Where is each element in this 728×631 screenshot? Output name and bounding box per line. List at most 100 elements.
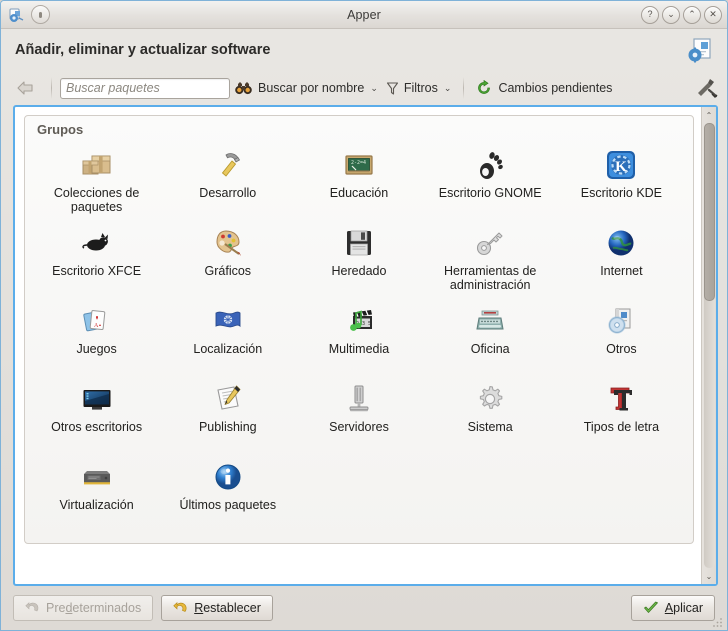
group-item-label: Tipos de letra [583, 420, 660, 434]
search-mode-chevron-down-icon[interactable]: ⌄ [368, 83, 382, 94]
group-item[interactable]: Localización [162, 299, 293, 377]
software-properties-icon [685, 35, 715, 65]
defaults-button-label: Predeterminados [46, 601, 142, 615]
window-menu-dot [39, 11, 42, 18]
scrollbar-track[interactable] [703, 123, 715, 568]
group-item[interactable]: Tipos de letra [556, 377, 687, 455]
group-item-label: Oficina [470, 342, 510, 356]
svg-text:K: K [616, 159, 628, 175]
group-item[interactable]: 2-2=4 Educación [293, 143, 424, 221]
titlebar-left-controls [1, 5, 50, 24]
svg-text:2-2=4: 2-2=4 [351, 160, 366, 166]
group-item[interactable]: A Juegos [31, 299, 162, 377]
groups-grid: Colecciones de paquetes Desarrollo 2-2=4 Ed… [31, 143, 687, 533]
defaults-button[interactable]: Predeterminados [13, 595, 154, 621]
group-item[interactable]: Heredado [293, 221, 424, 299]
monitor-icon [81, 383, 113, 415]
svg-text:A: A [94, 323, 99, 329]
header-row: Añadir, eliminar y actualizar software [1, 29, 727, 71]
pencil-paper-icon [212, 383, 244, 415]
group-item[interactable]: Otros escritorios [31, 377, 162, 455]
check-green-icon [643, 601, 659, 615]
gnome-foot-icon [474, 149, 506, 181]
group-item[interactable]: Sistema [425, 377, 556, 455]
back-arrow-icon[interactable] [13, 76, 39, 100]
window-controls: ? ⌄ ⌃ ✕ [641, 1, 722, 28]
reset-button[interactable]: Restablecer [161, 595, 273, 621]
refresh-green-icon [476, 80, 493, 96]
scroll-up-arrow-icon[interactable]: ⌃ [703, 108, 716, 122]
group-item[interactable]: Gráficos [162, 221, 293, 299]
scrollbar-thumb[interactable] [703, 123, 715, 301]
pending-changes-button[interactable]: Cambios pendientes [472, 75, 616, 101]
group-item[interactable]: K Escritorio KDE [556, 143, 687, 221]
group-item[interactable]: Otros [556, 299, 687, 377]
xfce-mouse-icon [81, 227, 113, 259]
cd-box-icon [605, 305, 637, 337]
group-item-label: Colecciones de paquetes [53, 186, 140, 214]
group-item-label: Escritorio GNOME [438, 186, 542, 200]
help-button[interactable]: ? [641, 5, 659, 24]
undo-yellow-icon [173, 601, 188, 615]
group-item[interactable]: Herramientas de administración [425, 221, 556, 299]
window-menu-button[interactable] [31, 5, 50, 24]
group-item-label: Otros [606, 342, 637, 356]
group-item-label: Educación [329, 186, 389, 200]
kde-gear-k-icon: K [605, 149, 637, 181]
filters-button[interactable]: Filtros [382, 75, 442, 101]
group-item-label: Últimos paquetes [179, 498, 277, 512]
group-item-label: Escritorio XFCE [52, 264, 142, 278]
group-item-label: Escritorio KDE [580, 186, 663, 200]
minimize-button[interactable]: ⌄ [662, 5, 680, 24]
un-flag-icon [212, 305, 244, 337]
filters-chevron-down-icon[interactable]: ⌄ [442, 83, 456, 94]
blackboard-icon: 2-2=4 [343, 149, 375, 181]
playing-cards-icon: A [81, 305, 113, 337]
maximize-button[interactable]: ⌃ [683, 5, 701, 24]
group-item-label: Herramientas de administración [443, 264, 537, 292]
group-item-label: Publishing [198, 420, 257, 434]
app-window: Apper ? ⌄ ⌃ ✕ Añadir, eliminar y actuali… [0, 0, 728, 631]
close-button[interactable]: ✕ [704, 5, 722, 24]
group-item-label: Juegos [76, 342, 117, 356]
group-item-label: Gráficos [204, 264, 252, 278]
typewriter-icon [474, 305, 506, 337]
apper-icon[interactable] [8, 6, 25, 23]
apply-button[interactable]: Aplicar [630, 595, 715, 621]
group-item[interactable]: Últimos paquetes [162, 455, 293, 533]
clapperboard-note-icon: 2 3 5 [343, 305, 375, 337]
scroll-down-arrow-icon[interactable]: ⌄ [703, 569, 716, 583]
search-input[interactable]: Buscar paquetes [60, 77, 230, 99]
groups-scroll-area: Grupos Colecciones de paquetes Desarrollo… [15, 107, 701, 584]
group-item[interactable]: Escritorio GNOME [425, 143, 556, 221]
titlebar: Apper ? ⌄ ⌃ ✕ [1, 1, 727, 29]
group-item[interactable]: Desarrollo [162, 143, 293, 221]
undo-icon [25, 601, 40, 615]
filters-label: Filtros [403, 81, 438, 95]
group-item[interactable]: Internet [556, 221, 687, 299]
group-item[interactable]: Servidores [293, 377, 424, 455]
window-title: Apper [347, 7, 381, 22]
group-item-label: Virtualización [59, 498, 134, 512]
group-item[interactable]: 2 3 5 Multimedia [293, 299, 424, 377]
gear-icon [474, 383, 506, 415]
group-item[interactable]: Publishing [162, 377, 293, 455]
group-item[interactable]: Colecciones de paquetes [31, 143, 162, 221]
resize-grip[interactable] [712, 616, 724, 628]
groups-panel: Grupos Colecciones de paquetes Desarrollo… [13, 105, 718, 586]
search-mode-button[interactable]: Buscar por nombre [230, 75, 368, 101]
toolbar-separator-2 [463, 77, 465, 99]
binoculars-icon [234, 80, 253, 96]
group-item[interactable]: Virtualización [31, 455, 162, 533]
group-item-label: Localización [193, 342, 263, 356]
group-item[interactable]: Oficina [425, 299, 556, 377]
group-item[interactable]: Escritorio XFCE [31, 221, 162, 299]
toolbar-separator-1 [51, 77, 52, 99]
tools-icon[interactable] [695, 77, 719, 99]
group-item-label: Desarrollo [199, 186, 257, 200]
packages-icon [81, 149, 113, 181]
vertical-scrollbar[interactable]: ⌃ ⌄ [701, 107, 716, 584]
server-tower-icon [343, 383, 375, 415]
toolbar: Buscar paquetes Buscar por nombre ⌄ Filt… [1, 71, 727, 105]
groups-groupbox-title: Grupos [37, 122, 84, 137]
